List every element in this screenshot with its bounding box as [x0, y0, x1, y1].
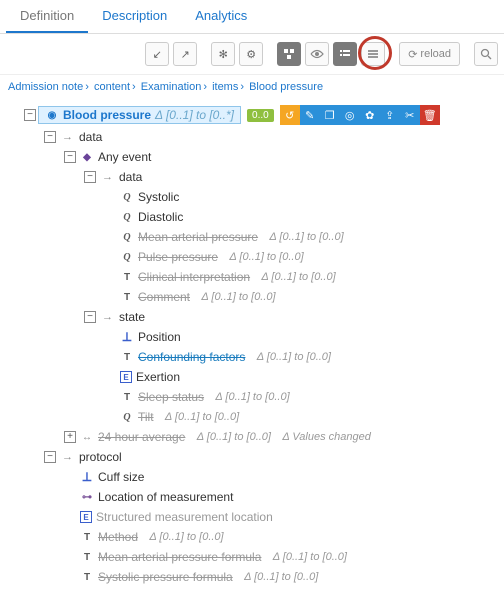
eye-icon[interactable]: [305, 42, 329, 66]
text-icon: T: [80, 530, 94, 544]
tree-node-data[interactable]: − → data: [44, 127, 496, 147]
target-icon[interactable]: ◎: [340, 105, 360, 125]
attribute-icon: →: [62, 131, 73, 143]
collapse-icon[interactable]: −: [84, 171, 96, 183]
text-icon: T: [80, 570, 94, 584]
settings-icon[interactable]: ✿: [360, 105, 380, 125]
text-icon: T: [80, 550, 94, 564]
coded-icon: ⟂: [80, 470, 94, 484]
tree-root-row[interactable]: − ◉ Blood pressure Δ [0..1] to [0..*] 0.…: [24, 103, 496, 127]
tree-leaf[interactable]: TSystolic pressure formula Δ [0..1] to […: [64, 567, 496, 587]
edit-icon[interactable]: ✎: [300, 105, 320, 125]
quantity-icon: Q: [120, 250, 134, 264]
interval-icon: ↔: [80, 430, 94, 444]
reload-button[interactable]: ⟳reload: [399, 42, 460, 66]
tab-description[interactable]: Description: [88, 0, 181, 33]
attribute-icon: →: [102, 171, 113, 183]
breadcrumb-item[interactable]: Blood pressure: [249, 81, 323, 93]
tree-leaf[interactable]: QMean arterial pressure Δ [0..1] to [0..…: [104, 227, 496, 247]
collapse-icon[interactable]: −: [24, 109, 36, 121]
root-label: Blood pressure: [63, 108, 151, 122]
breadcrumb-item[interactable]: Examination: [141, 81, 202, 93]
root-badge: ◉ Blood pressure Δ [0..1] to [0..*]: [38, 106, 241, 124]
text-icon: T: [120, 270, 134, 284]
tree-leaf[interactable]: TSleep status Δ [0..1] to [0..0]: [104, 387, 496, 407]
tree-leaf[interactable]: QSystolic: [104, 187, 496, 207]
root-occurrence: Δ [0..1] to [0..*]: [155, 108, 234, 122]
text-icon: T: [120, 290, 134, 304]
tree-leaf[interactable]: ⟂Cuff size: [64, 467, 496, 487]
collapse-icon[interactable]: −: [44, 131, 56, 143]
tree-leaf[interactable]: QPulse pressure Δ [0..1] to [0..0]: [104, 247, 496, 267]
search-icon[interactable]: [474, 42, 498, 66]
tree-node-protocol[interactable]: − → protocol: [44, 447, 496, 467]
tree-leaf[interactable]: ⊶Location of measurement: [64, 487, 496, 507]
breadcrumb: Admission note› content› Examination› it…: [0, 75, 504, 99]
cut-icon[interactable]: ✂: [400, 105, 420, 125]
expand-icon[interactable]: +: [64, 431, 76, 443]
collapse-icon[interactable]: −: [84, 311, 96, 323]
list-view-icon[interactable]: [333, 42, 357, 66]
attribute-icon: →: [102, 311, 113, 323]
grid-view-icon[interactable]: [361, 42, 385, 66]
quantity-icon: Q: [120, 190, 134, 204]
tree-node-state[interactable]: − → state: [84, 307, 496, 327]
quantity-icon: Q: [120, 210, 134, 224]
quantity-icon: Q: [120, 230, 134, 244]
tree-leaf[interactable]: QDiastolic: [104, 207, 496, 227]
tree-leaf[interactable]: EExertion: [104, 367, 496, 387]
tree-leaf[interactable]: TMethod Δ [0..1] to [0..0]: [64, 527, 496, 547]
gear-icon[interactable]: ⚙: [239, 42, 263, 66]
tab-definition[interactable]: Definition: [6, 0, 88, 33]
tree-leaf[interactable]: TComment Δ [0..1] to [0..0]: [104, 287, 496, 307]
delete-icon[interactable]: 🗑: [420, 105, 440, 125]
tree-view-icon[interactable]: [277, 42, 301, 66]
breadcrumb-item[interactable]: items: [212, 81, 238, 93]
copy-icon[interactable]: ❐: [320, 105, 340, 125]
cluster-icon: E: [120, 371, 132, 383]
tree-node-24h[interactable]: + ↔ 24 hour average Δ [0..1] to [0..0] Δ…: [64, 427, 496, 447]
tab-bar: Definition Description Analytics: [0, 0, 504, 34]
compress-icon[interactable]: ↙: [145, 42, 169, 66]
breadcrumb-item[interactable]: content: [94, 81, 130, 93]
quantity-icon: Q: [120, 410, 134, 424]
tab-analytics[interactable]: Analytics: [181, 0, 261, 33]
occurrence-pill: 0..0: [247, 109, 274, 122]
snowflake-icon[interactable]: ✻: [211, 42, 235, 66]
event-icon: ◆: [80, 150, 94, 164]
tree-leaf[interactable]: TMean arterial pressure formula Δ [0..1]…: [64, 547, 496, 567]
attribute-icon: →: [62, 451, 73, 463]
tree-leaf[interactable]: ⟂Position: [104, 327, 496, 347]
breadcrumb-item[interactable]: Admission note: [8, 81, 83, 93]
action-strip: ↺ ✎ ❐ ◎ ✿ ⇪ ✂ 🗑: [280, 105, 440, 125]
text-icon: T: [120, 390, 134, 404]
tree-leaf[interactable]: TClinical interpretation Δ [0..1] to [0.…: [104, 267, 496, 287]
text-icon: T: [120, 350, 134, 364]
export-icon[interactable]: ⇪: [380, 105, 400, 125]
location-icon: ⊶: [80, 490, 94, 504]
tree-node-data2[interactable]: − → data: [84, 167, 496, 187]
observation-icon: ◉: [45, 108, 59, 122]
tree-leaf[interactable]: QTilt Δ [0..1] to [0..0]: [104, 407, 496, 427]
tree-leaf[interactable]: TConfounding factors Δ [0..1] to [0..0]: [104, 347, 496, 367]
tree-leaf[interactable]: EStructured measurement location: [64, 507, 496, 527]
cluster-icon: E: [80, 511, 92, 523]
expand-icon[interactable]: ↗: [173, 42, 197, 66]
coded-icon: ⟂: [120, 330, 134, 344]
reset-icon[interactable]: ↺: [280, 105, 300, 125]
toolbar: ↙ ↗ ✻ ⚙ ⟳reload: [0, 34, 504, 75]
collapse-icon[interactable]: −: [44, 451, 56, 463]
tree-node-any-event[interactable]: − ◆ Any event: [64, 147, 496, 167]
collapse-icon[interactable]: −: [64, 151, 76, 163]
archetype-tree: − ◉ Blood pressure Δ [0..1] to [0..*] 0.…: [0, 99, 504, 607]
